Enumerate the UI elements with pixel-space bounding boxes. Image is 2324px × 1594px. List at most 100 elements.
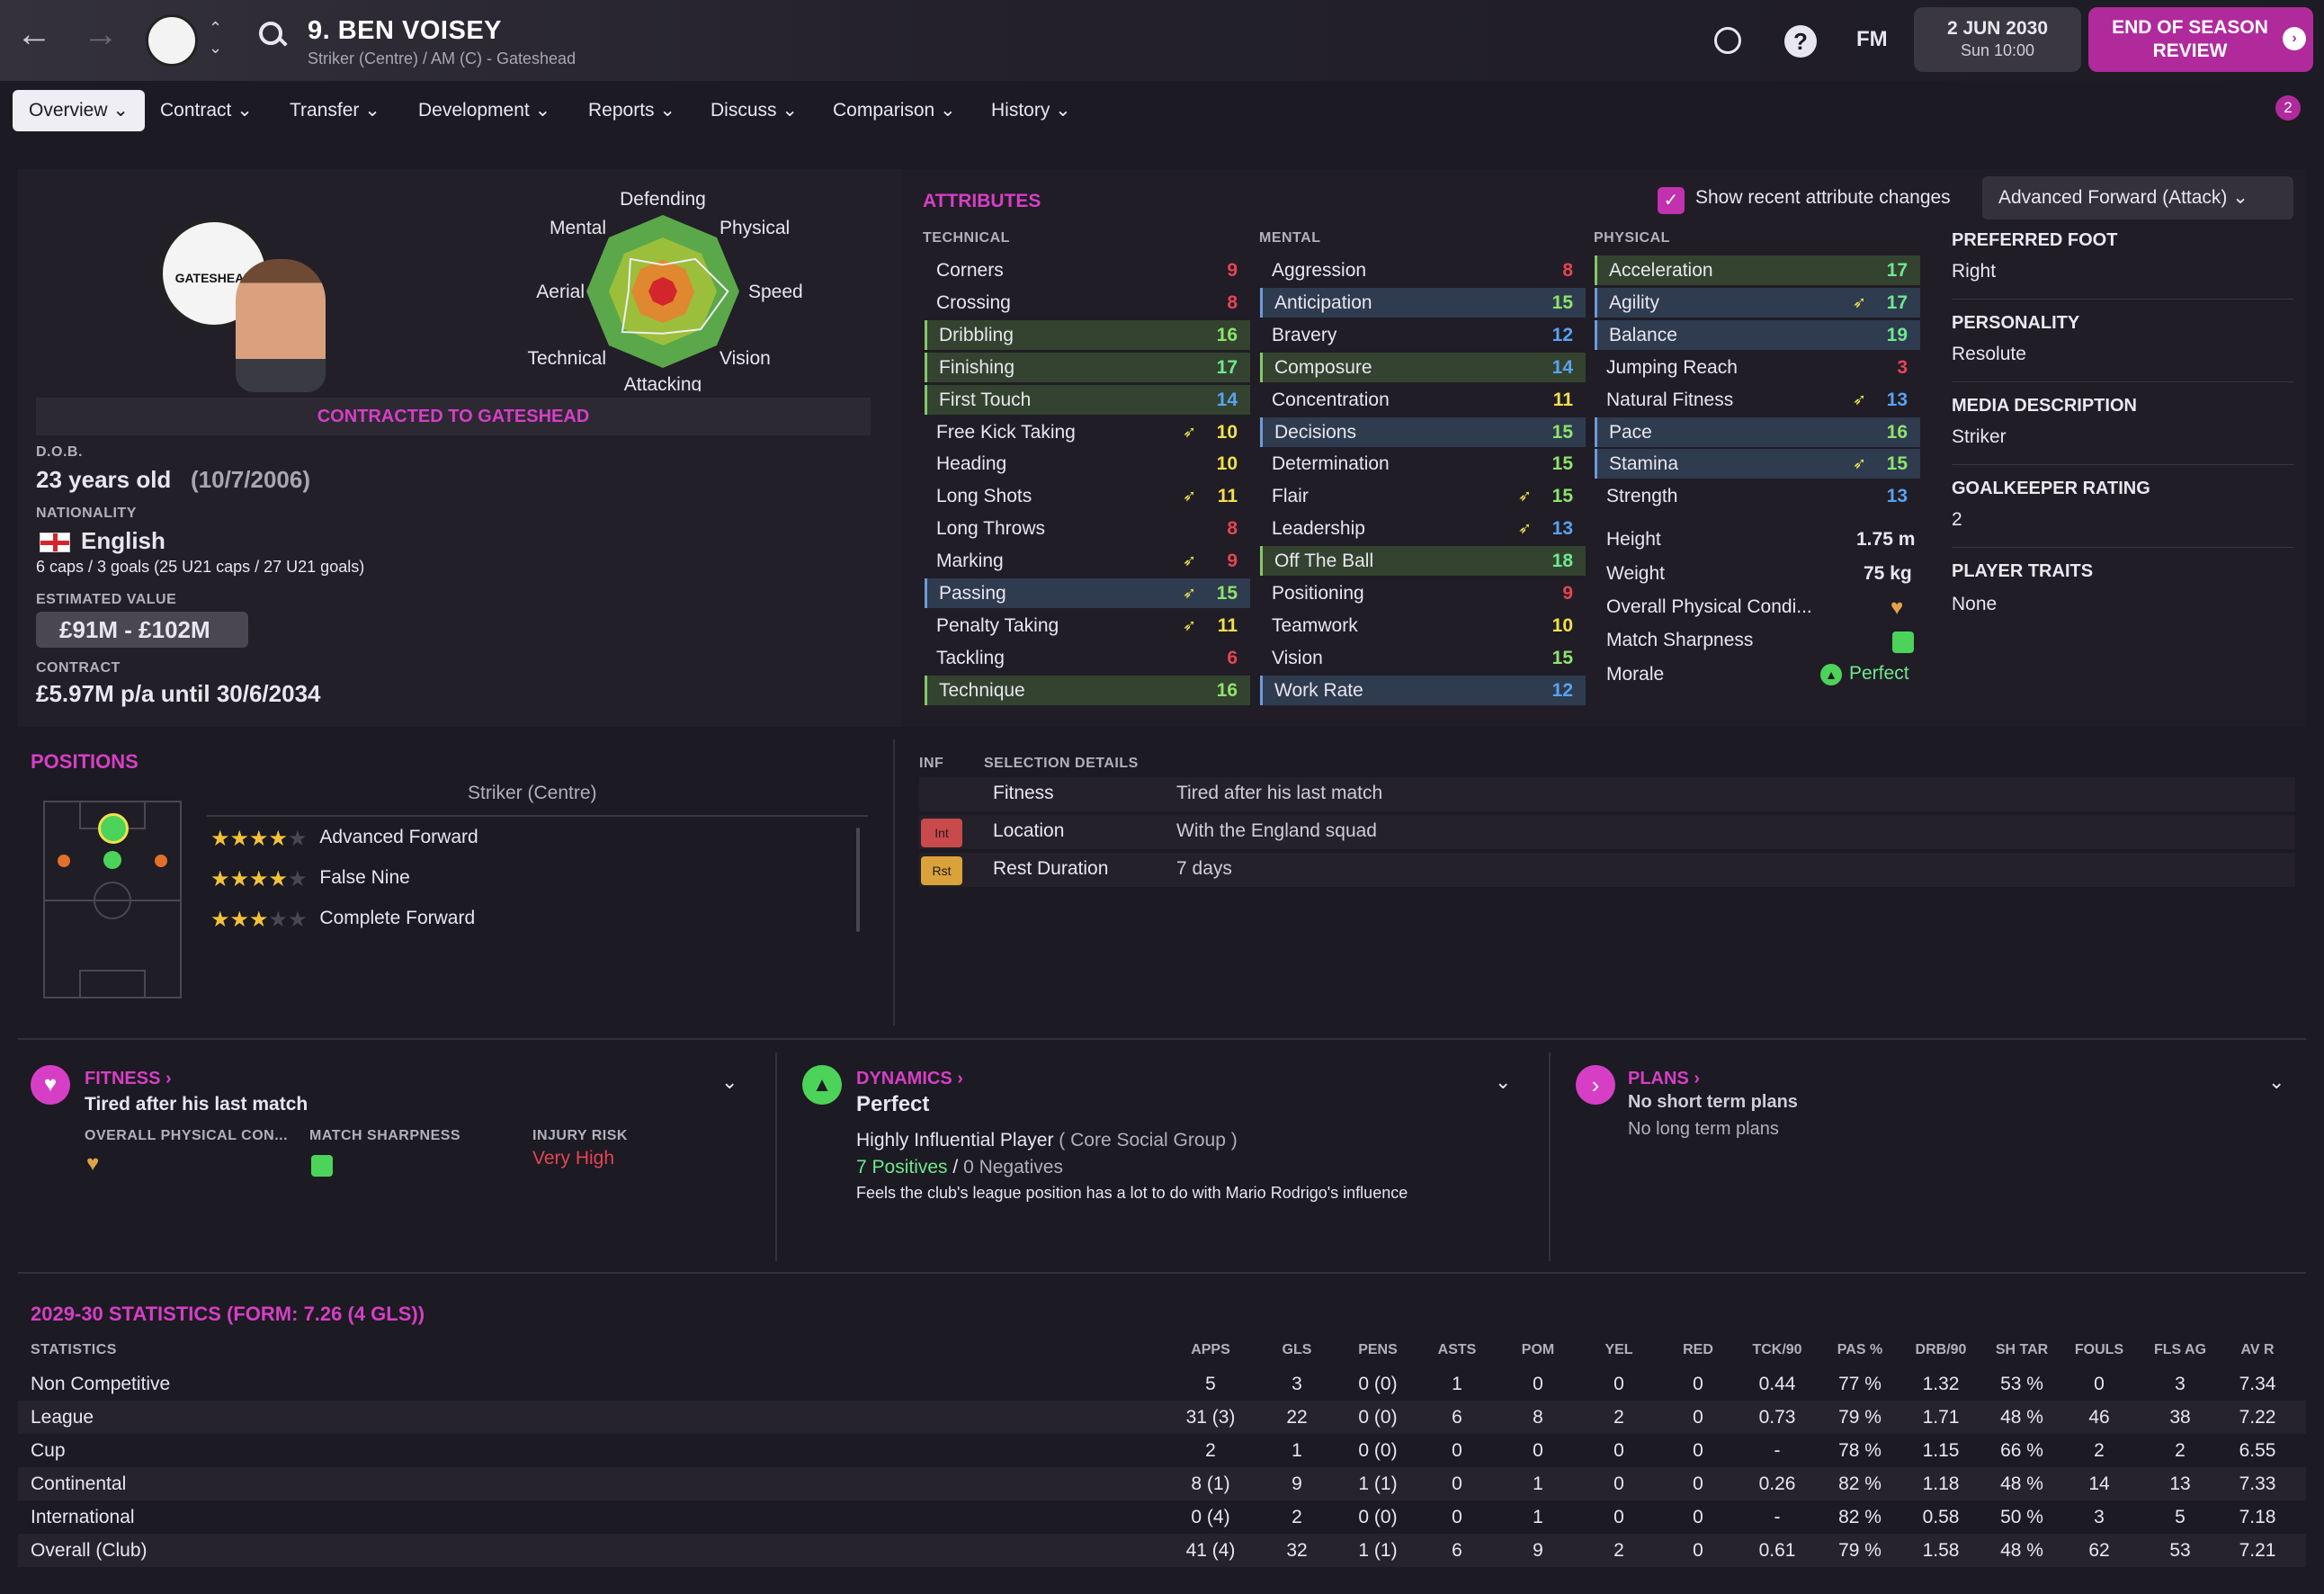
attr-row-off-the-ball[interactable]: Off The Ball 18 [1260,546,1586,577]
continue-arrow-icon[interactable]: › [2283,27,2306,50]
attr-row-concentration[interactable]: Concentration 11 [1260,385,1586,415]
stats-header[interactable]: DRB/90 [1900,1342,1981,1358]
tab-history[interactable]: History ⌄ [975,90,1087,131]
attr-row-composure[interactable]: Composure 14 [1260,352,1586,382]
attr-row-strength[interactable]: Strength 13 [1595,481,1920,511]
dynamics-title[interactable]: DYNAMICS › [856,1069,963,1089]
roles-scrollbar[interactable] [856,828,860,932]
club-badge-icon[interactable] [146,14,198,67]
stats-header[interactable]: SH TAR [1981,1342,2062,1358]
stats-header[interactable]: POM [1497,1342,1578,1358]
attr-row-passing[interactable]: Passing ➶ 15 [925,578,1250,608]
plans-expand-icon[interactable]: ⌄ [2268,1070,2284,1094]
stats-header[interactable]: TCK/90 [1737,1342,1818,1358]
tab-comparison[interactable]: Comparison ⌄ [817,90,972,131]
stats-cell: 31 (3) [1185,1407,1236,1428]
role-dropdown[interactable]: Advanced Forward (Attack) ⌄ [1982,176,2293,219]
attr-row-long-shots[interactable]: Long Shots ➶ 11 [925,481,1250,511]
back-arrow-icon[interactable]: ← [16,14,52,55]
stats-row[interactable]: Overall (Club) 41 (4) 32 1 (1) 6 9 2 0 0.61 79 % 1… [18,1534,2306,1567]
dynamics-expand-icon[interactable]: ⌄ [1495,1070,1511,1094]
plans-title[interactable]: PLANS › [1628,1069,1700,1089]
attr-row-heading[interactable]: Heading 10 [925,449,1250,479]
attr-row-vision[interactable]: Vision 15 [1260,643,1586,673]
attr-row-flair[interactable]: Flair ➶ 15 [1260,481,1586,511]
attr-row-positioning[interactable]: Positioning 9 [1260,578,1586,608]
attr-row-aggression[interactable]: Aggression 8 [1260,255,1586,285]
tab-overview[interactable]: Overview ⌄ [13,90,145,131]
attr-row-work-rate[interactable]: Work Rate 12 [1260,675,1586,705]
end-of-season-review-button[interactable]: END OF SEASON REVIEW [2088,7,2313,72]
stats-header[interactable]: FLS AG [2140,1342,2221,1358]
stats-row[interactable]: League 31 (3) 22 0 (0) 6 8 2 0 0.73 79 % 1.71 48 % 4… [18,1401,2306,1434]
stats-header[interactable]: GLS [1256,1342,1337,1358]
search-icon[interactable] [259,22,282,45]
tab-contract[interactable]: Contract ⌄ [144,90,269,131]
stats-cell: 22 [1286,1407,1308,1428]
attr-row-bravery[interactable]: Bravery 12 [1260,320,1586,350]
attr-row-pace[interactable]: Pace 16 [1595,416,1920,447]
stats-header[interactable]: AV R [2217,1342,2298,1358]
role-item[interactable]: ★★★★★ Complete Forward [210,907,475,933]
attr-row-marking[interactable]: Marking ➶ 9 [925,546,1250,576]
fm-menu-button[interactable]: FM [1856,27,1888,52]
attr-row-first-touch[interactable]: First Touch 14 [925,384,1250,415]
fitness-expand-icon[interactable]: ⌄ [721,1070,737,1094]
attr-value: 15 [1886,453,1908,475]
attr-row-natural-fitness[interactable]: Natural Fitness ➶ 13 [1595,385,1920,415]
stats-header[interactable]: APPS [1170,1342,1251,1358]
preferred-foot-value: Right [1952,261,1997,282]
tab-reports[interactable]: Reports ⌄ [572,90,692,131]
stats-row[interactable]: Continental 8 (1) 9 1 (1) 0 1 0 0 0.26 82 % 1.18 48… [18,1467,2306,1500]
england-flag-icon [40,533,70,552]
show-changes-checkbox[interactable]: ✓ [1658,187,1685,214]
tab-transfer[interactable]: Transfer ⌄ [273,90,397,131]
player-traits-value: None [1952,594,1998,614]
attr-row-decisions[interactable]: Decisions 15 [1260,416,1586,447]
stats-header[interactable]: YEL [1578,1342,1659,1358]
attr-row-dribbling[interactable]: Dribbling 16 [925,319,1250,350]
attr-row-determination[interactable]: Determination 15 [1260,449,1586,479]
attr-row-acceleration[interactable]: Acceleration 17 [1595,255,1920,285]
role-item[interactable]: ★★★★★ Advanced Forward [210,826,478,852]
stats-header[interactable]: PENS [1337,1342,1418,1358]
attr-name: Composure [1274,356,1372,378]
attr-row-balance[interactable]: Balance 19 [1595,319,1920,350]
attr-row-penalty-taking[interactable]: Penalty Taking ➶ 11 [925,611,1250,640]
estimated-value[interactable]: £91M - £102M [36,612,248,648]
attr-row-jumping-reach[interactable]: Jumping Reach 3 [1595,353,1920,382]
influence-text: Highly Influential Player ( Core Social … [856,1130,1238,1151]
stats-header[interactable]: FOULS [2059,1342,2140,1358]
role-item[interactable]: ★★★★★ False Nine [210,866,410,892]
date-display[interactable]: 2 JUN 2030 Sun 10:00 [1914,7,2081,72]
attr-row-finishing[interactable]: Finishing 17 [925,352,1250,382]
stats-header[interactable]: RED [1658,1342,1739,1358]
globe-icon[interactable] [1714,27,1741,54]
attr-row-anticipation[interactable]: Anticipation 15 [1260,287,1586,318]
attr-row-corners[interactable]: Corners 9 [925,255,1250,285]
attr-row-tackling[interactable]: Tackling 6 [925,643,1250,673]
stats-header[interactable]: PAS % [1819,1342,1900,1358]
player-switch-icon[interactable]: ⌃ ⌄ [209,18,222,58]
stats-row[interactable]: Cup 2 1 0 (0) 0 0 0 0 - 78 % 1.15 66 % 2 2 6.55 [18,1434,2306,1467]
attr-row-leadership[interactable]: Leadership ➶ 13 [1260,514,1586,543]
stats-row[interactable]: Non Competitive 5 3 0 (0) 1 0 0 0 0.44 77 % 1.32 53… [18,1367,2306,1401]
stats-competition: Overall (Club) [31,1540,147,1561]
stats-row[interactable]: International 0 (4) 2 0 (0) 0 1 0 0 - 82 % 0.58 50 … [18,1500,2306,1534]
attr-row-long-throws[interactable]: Long Throws 8 [925,514,1250,543]
tab-development[interactable]: Development ⌄ [402,90,567,131]
stats-cell: 7.18 [2239,1507,2276,1527]
tab-discuss[interactable]: Discuss ⌄ [694,90,814,131]
attr-row-crossing[interactable]: Crossing 8 [925,288,1250,318]
help-icon[interactable]: ? [1784,25,1817,58]
fitness-title[interactable]: FITNESS › [85,1069,172,1089]
forward-arrow-icon[interactable]: → [83,14,119,55]
stats-header[interactable]: ASTS [1417,1342,1497,1358]
attr-name: Technique [939,679,1025,701]
notification-badge[interactable]: 2 [2275,95,2301,121]
attr-row-agility[interactable]: Agility ➶ 17 [1595,287,1920,318]
attr-row-stamina[interactable]: Stamina ➶ 15 [1595,449,1920,479]
attr-row-technique[interactable]: Technique 16 [925,675,1250,705]
attr-row-teamwork[interactable]: Teamwork 10 [1260,611,1586,640]
attr-row-free-kick-taking[interactable]: Free Kick Taking ➶ 10 [925,417,1250,447]
